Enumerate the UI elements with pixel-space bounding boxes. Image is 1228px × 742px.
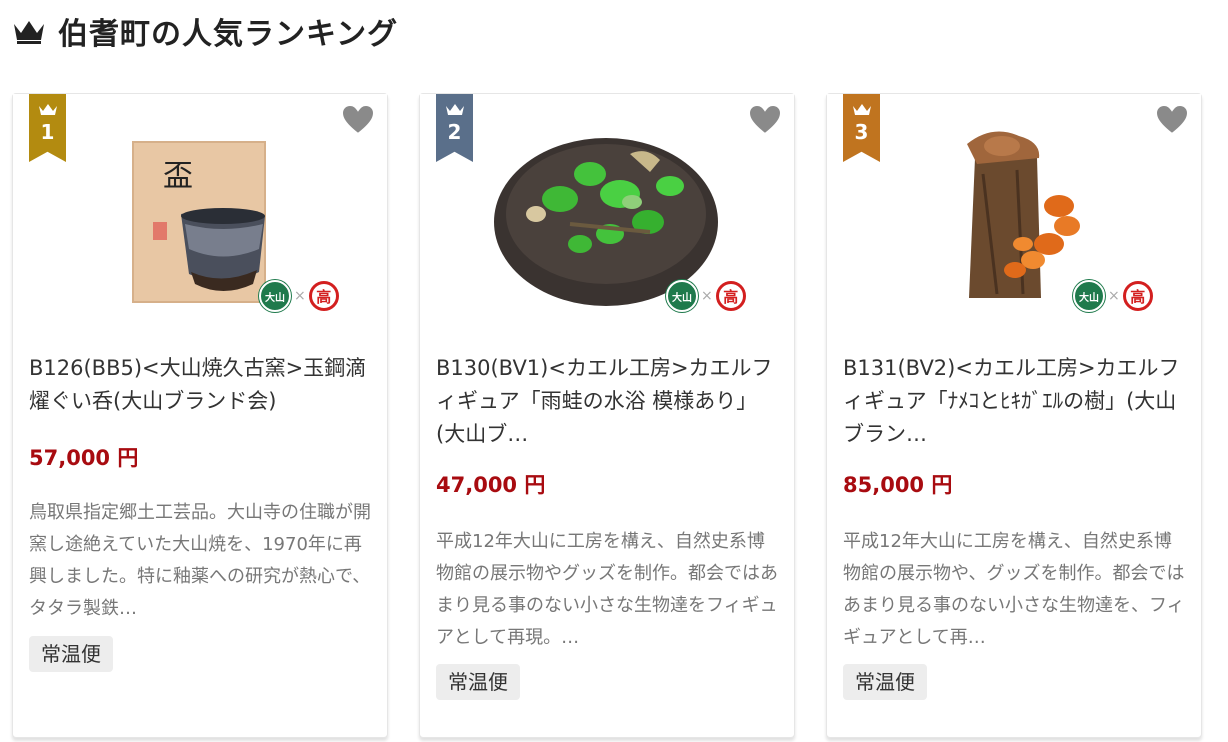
product-price: 57,000 円 <box>29 446 139 470</box>
rank-number: 3 <box>854 120 869 144</box>
favorite-heart-icon[interactable] <box>1155 104 1189 136</box>
product-description: 平成12年大山に工房を構え、自然史系博物館の展示物や、グッズを制作。都会ではあま… <box>843 531 1185 648</box>
shipping-tag: 常温便 <box>29 636 113 672</box>
ranking-card-1[interactable]: 盃 1 大山 × 高 B126(BB5)<大山焼久古窯>玉鋼滴燿ぐい呑(大山ブラ… <box>12 93 388 738</box>
logo-separator: × <box>294 288 306 304</box>
product-price: 47,000 円 <box>436 473 546 497</box>
product-name[interactable]: B126(BB5)<大山焼久古窯>玉鋼滴燿ぐい呑(大山ブランド会) <box>29 352 369 418</box>
crown-icon <box>445 104 464 115</box>
logo-separator: × <box>1108 288 1120 304</box>
rank-number: 2 <box>447 120 462 144</box>
taka-brand-logo: 高 <box>308 281 339 311</box>
favorite-heart-icon[interactable] <box>748 104 782 136</box>
daisen-brand-logo: 大山 <box>1073 280 1105 312</box>
product-name[interactable]: B131(BV2)<カエル工房>カエルフィギュア「ﾅﾒｺとﾋｷｶﾞｴﾙの樹」(大… <box>843 352 1183 451</box>
brand-logos: 大山 × 高 <box>259 280 339 312</box>
section-heading: 伯耆町の人気ランキング <box>12 8 398 54</box>
ranking-card-2[interactable]: 2 大山 × 高 B130(BV1)<カエル工房>カエルフィギュア「雨蛙の水浴 … <box>419 93 795 738</box>
product-image[interactable]: 2 大山 × 高 <box>420 94 794 323</box>
crown-icon <box>852 104 871 115</box>
product-description: 平成12年大山に工房を構え、自然史系博物館の展示物やグッズを制作。都会ではあまり… <box>436 531 778 648</box>
shipping-tag: 常温便 <box>436 664 520 700</box>
ranking-card-3[interactable]: 3 大山 × 高 B131(BV2)<カエル工房>カエルフィギュア「ﾅﾒｺとﾋｷ… <box>826 93 1202 738</box>
taka-brand-logo: 高 <box>1122 281 1153 311</box>
crown-icon <box>38 104 57 115</box>
rank-number: 1 <box>40 120 55 144</box>
page-title: 伯耆町の人気ランキング <box>58 17 399 52</box>
brand-logos: 大山 × 高 <box>666 280 746 312</box>
taka-brand-logo: 高 <box>715 281 746 311</box>
product-description: 鳥取県指定郷土工芸品。大山寺の住職が開窯し途絶えていた大山焼を、1970年に再興… <box>29 502 371 619</box>
brand-logos: 大山 × 高 <box>1073 280 1153 312</box>
product-image[interactable]: 3 大山 × 高 <box>827 94 1201 323</box>
product-image[interactable]: 盃 1 大山 × 高 <box>13 94 387 323</box>
logo-separator: × <box>701 288 713 304</box>
daisen-brand-logo: 大山 <box>666 280 698 312</box>
product-price: 85,000 円 <box>843 473 953 497</box>
svg-text:盃: 盃 <box>163 159 193 194</box>
shipping-tag: 常温便 <box>843 664 927 700</box>
favorite-heart-icon[interactable] <box>341 104 375 136</box>
product-name[interactable]: B130(BV1)<カエル工房>カエルフィギュア「雨蛙の水浴 模様あり」(大山ブ… <box>436 352 776 451</box>
daisen-brand-logo: 大山 <box>259 280 291 312</box>
crown-icon <box>14 21 44 44</box>
ranking-list: 盃 1 大山 × 高 B126(BB5)<大山焼久古窯>玉鋼滴燿ぐい呑(大山ブラ… <box>12 93 1202 738</box>
